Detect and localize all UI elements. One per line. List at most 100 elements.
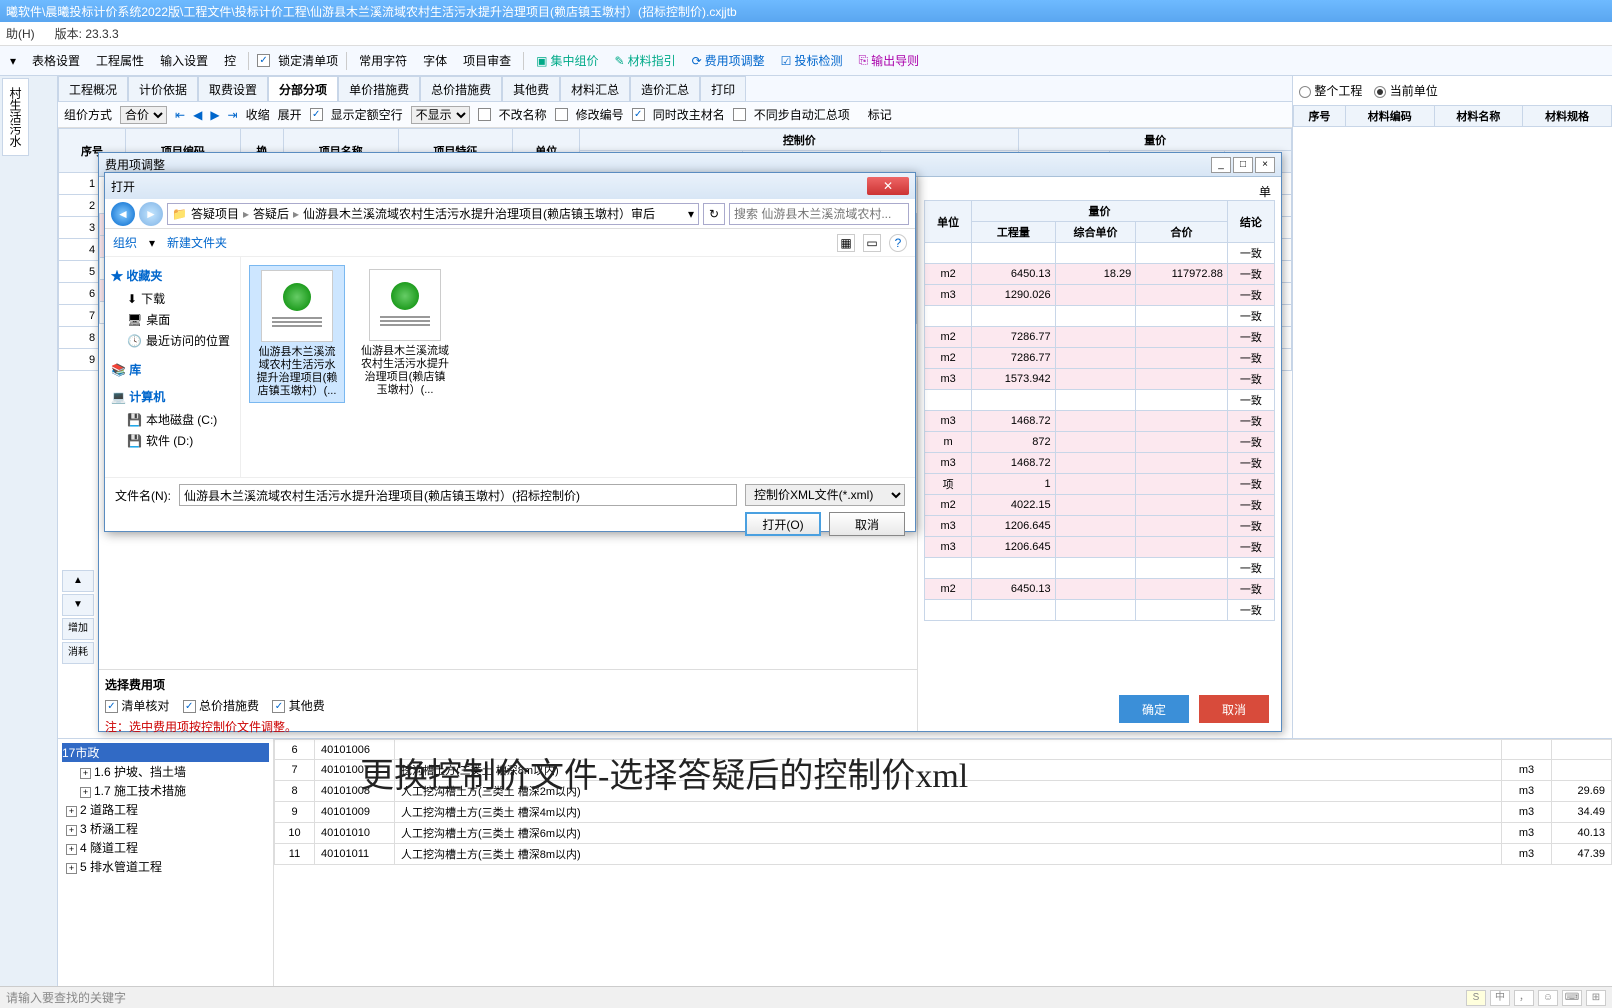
- folder-icon: 📁: [172, 207, 187, 221]
- tree-node[interactable]: +4 隧道工程: [62, 838, 269, 857]
- close-icon[interactable]: ×: [1255, 157, 1275, 173]
- organize-button[interactable]: 组织: [113, 234, 137, 251]
- star-icon: ★: [111, 269, 123, 283]
- file-filter-select[interactable]: 控制价XML文件(*.xml): [745, 484, 905, 506]
- tree-node[interactable]: +1.6 护坡、挡土墙: [62, 762, 269, 781]
- left-tab[interactable]: 村生活污水: [2, 78, 29, 156]
- tab-1[interactable]: 计价依据: [128, 76, 198, 101]
- status-bar: 请输入要查找的关键字 S 中 ， ☺ ⌨ ⊞: [0, 986, 1612, 1008]
- close-icon[interactable]: ✕: [867, 177, 909, 195]
- tab-6[interactable]: 其他费: [502, 76, 560, 101]
- search-input[interactable]: [729, 203, 909, 225]
- check-list-checkbox[interactable]: [105, 700, 118, 713]
- current-unit-radio: [1374, 86, 1386, 98]
- view-icon[interactable]: ▦: [837, 234, 855, 252]
- sync-mat-checkbox[interactable]: [632, 108, 645, 121]
- minimize-icon[interactable]: _: [1211, 157, 1231, 173]
- tab-8[interactable]: 造价汇总: [630, 76, 700, 101]
- nav-first-icon[interactable]: ⇤: [175, 108, 185, 122]
- ime-settings-icon: ⊞: [1586, 990, 1606, 1006]
- tree-node[interactable]: +5 排水管道工程: [62, 857, 269, 876]
- filename-input[interactable]: [179, 484, 737, 506]
- no-sync-sum-checkbox[interactable]: [733, 108, 746, 121]
- nav-down-icon[interactable]: ▼: [62, 594, 94, 616]
- output-wizard-button[interactable]: ⎘ 输出导则: [854, 50, 923, 71]
- tab-9[interactable]: 打印: [700, 76, 746, 101]
- file-item[interactable]: 仙游县木兰溪流域农村生活污水提升治理项目(赖店镇玉墩村）(...: [357, 265, 453, 401]
- maximize-icon[interactable]: □: [1233, 157, 1253, 173]
- material-guide-button[interactable]: ✎ 材料指引: [611, 50, 680, 71]
- open-button[interactable]: 打开(O): [745, 512, 821, 536]
- folder-tree[interactable]: ★ 收藏夹 ⬇下载 🖥桌面 🕓最近访问的位置 📚 库 💻 计算机 💾本地磁盘 (…: [105, 257, 241, 477]
- tree-recent[interactable]: 🕓最近访问的位置: [111, 330, 234, 351]
- nav-next-icon[interactable]: ▶: [210, 108, 219, 122]
- category-tree[interactable]: 17市政 +1.6 护坡、挡土墙+1.7 施工技术措施+2 道路工程+3 桥涵工…: [58, 739, 274, 1008]
- expand-button[interactable]: 展开: [278, 106, 302, 123]
- breadcrumb[interactable]: 📁 答疑项目▸ 答疑后▸ 仙游县木兰溪流域农村生活污水提升治理项目(赖店镇玉墩村…: [167, 203, 699, 225]
- consume-button[interactable]: 消耗: [62, 642, 94, 664]
- file-list[interactable]: 仙游县木兰溪流域农村生活污水提升治理项目(赖店镇玉墩村）(...仙游县木兰溪流域…: [241, 257, 915, 477]
- mod-num-checkbox[interactable]: [555, 108, 568, 121]
- ctrl-button[interactable]: 控: [220, 50, 240, 71]
- lock-item-checkbox[interactable]: [257, 54, 270, 67]
- tab-5[interactable]: 总价措施费: [420, 76, 502, 101]
- tree-desktop[interactable]: 🖥桌面: [111, 309, 234, 330]
- nav-prev-icon[interactable]: ◀: [193, 108, 202, 122]
- left-panel: 村生活污水: [0, 76, 58, 1008]
- tree-node[interactable]: +1.7 施工技术措施: [62, 781, 269, 800]
- cancel-button[interactable]: 取消: [1199, 695, 1269, 723]
- forward-icon[interactable]: ►: [139, 202, 163, 226]
- download-icon: ⬇: [127, 292, 137, 306]
- ime-emoji-icon: ☺: [1538, 990, 1558, 1006]
- tab-7[interactable]: 材料汇总: [560, 76, 630, 101]
- bid-check-button[interactable]: ☑ 投标检测: [777, 50, 847, 71]
- project-review-button[interactable]: 项目审查: [459, 50, 515, 71]
- tree-drive-c[interactable]: 💾本地磁盘 (C:): [111, 409, 234, 430]
- concentrate-button[interactable]: ▣ 集中组价: [532, 50, 602, 71]
- title-bar: 曦软件\晨曦投标计价系统2022版\工程文件\投标计价工程\仙游县木兰溪流域农村…: [0, 0, 1612, 22]
- expand-icon[interactable]: ▾: [6, 52, 20, 70]
- tree-drive-d[interactable]: 💾软件 (D:): [111, 430, 234, 451]
- menu-help[interactable]: 助(H): [6, 25, 35, 42]
- check-total-checkbox[interactable]: [183, 700, 196, 713]
- back-icon[interactable]: ◄: [111, 202, 135, 226]
- whole-project-radio: [1299, 86, 1311, 98]
- table-settings-button[interactable]: 表格设置: [28, 50, 84, 71]
- ime-bar[interactable]: S 中 ， ☺ ⌨ ⊞: [1466, 990, 1606, 1006]
- input-settings-button[interactable]: 输入设置: [156, 50, 212, 71]
- cancel-open-button[interactable]: 取消: [829, 512, 905, 536]
- no-show-select[interactable]: 不显示: [411, 106, 470, 124]
- tree-node[interactable]: +2 道路工程: [62, 800, 269, 819]
- add-button[interactable]: 增加: [62, 618, 94, 640]
- tree-node[interactable]: +3 桥涵工程: [62, 819, 269, 838]
- nav-last-icon[interactable]: ⇥: [228, 108, 238, 122]
- fee-adjust-button[interactable]: ⟳ 费用项调整: [688, 50, 769, 71]
- common-char-button[interactable]: 常用字符: [355, 50, 411, 71]
- tab-2[interactable]: 取费设置: [198, 76, 268, 101]
- project-attr-button[interactable]: 工程属性: [92, 50, 148, 71]
- tab-0[interactable]: 工程概况: [58, 76, 128, 101]
- help-icon[interactable]: ?: [889, 234, 907, 252]
- new-folder-button[interactable]: 新建文件夹: [167, 234, 227, 251]
- ok-button[interactable]: 确定: [1119, 695, 1189, 723]
- tree-downloads[interactable]: ⬇下载: [111, 288, 234, 309]
- tree-node: 17市政: [62, 743, 269, 762]
- conclusion-grid[interactable]: 单位量价结论 工程量综合单价合价 一致m26450.1318.29117972.…: [924, 200, 1275, 621]
- font-button[interactable]: 字体: [419, 50, 451, 71]
- preview-icon[interactable]: ▭: [863, 234, 881, 252]
- ime-s-icon: S: [1466, 990, 1486, 1006]
- group-mode-select[interactable]: 合价: [120, 106, 167, 124]
- quota-grid[interactable]: 640101006740101007挖沟槽土方(三类土 槽深8m以内)m3840…: [274, 739, 1612, 1008]
- mark-button[interactable]: 标记: [868, 106, 892, 123]
- check-other-checkbox[interactable]: [272, 700, 285, 713]
- tab-3[interactable]: 分部分项: [268, 76, 338, 101]
- show-quota-blank-checkbox[interactable]: [310, 108, 323, 121]
- nav-up-icon[interactable]: ▲: [62, 570, 94, 592]
- refresh-icon[interactable]: ↻: [703, 203, 725, 225]
- file-item[interactable]: 仙游县木兰溪流域农村生活污水提升治理项目(赖店镇玉墩村）(...: [249, 265, 345, 403]
- tab-4[interactable]: 单价措施费: [338, 76, 420, 101]
- open-file-dialog: 打开 ✕ ◄ ► 📁 答疑项目▸ 答疑后▸ 仙游县木兰溪流域农村生活污水提升治理…: [104, 172, 916, 532]
- no-rename-checkbox[interactable]: [478, 108, 491, 121]
- material-grid[interactable]: 序号材料编码材料名称材料规格: [1293, 105, 1612, 127]
- collapse-button[interactable]: 收缩: [246, 106, 270, 123]
